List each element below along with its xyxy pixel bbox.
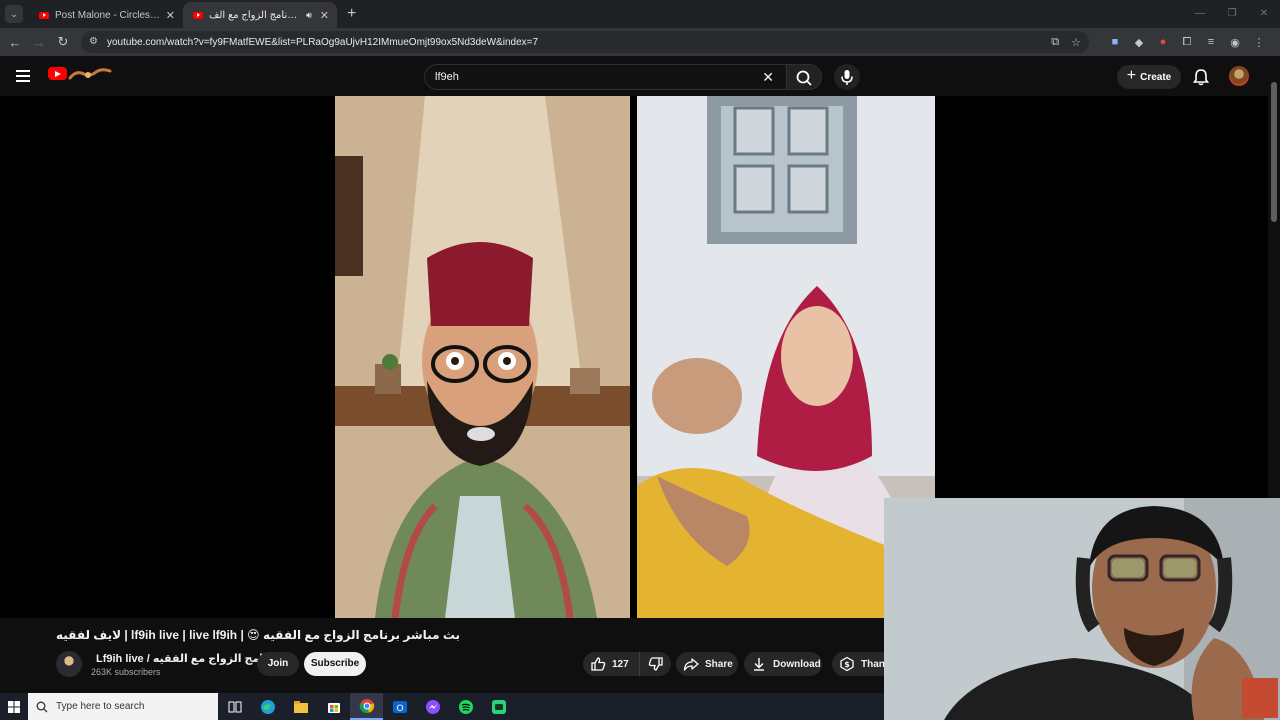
address-bar[interactable]: ⚙ youtube.com/watch?v=fy9FMatfEWE&list=P…	[81, 31, 1089, 53]
youtube-logo-icon[interactable]	[48, 67, 67, 80]
taskbar-search-placeholder: Type here to search	[56, 701, 145, 712]
bookmark-star-icon[interactable]: ☆	[1071, 36, 1081, 49]
channel-name: Lf9ih live / برنامج الزواج مع الفقيه	[96, 653, 279, 665]
extension-icon[interactable]: ●	[1151, 36, 1175, 48]
chrome-menu-icon[interactable]: ⋮	[1247, 36, 1271, 49]
media-control-icon[interactable]: ≡	[1199, 36, 1223, 48]
close-tab-icon[interactable]: ✕	[320, 9, 329, 22]
install-app-icon[interactable]: ⧉	[1051, 36, 1059, 49]
extensions-puzzle-icon[interactable]: ⧠	[1175, 36, 1199, 49]
webcam-streamer-image	[884, 498, 1280, 720]
like-button[interactable]: 127	[583, 652, 639, 676]
channel-avatar[interactable]	[56, 651, 82, 677]
speaker-icon[interactable]: 🔊︎	[306, 10, 312, 21]
screen: ⌄ Post Malone - Circles (Official M ✕ بث…	[0, 0, 1280, 720]
windows-logo-icon	[8, 700, 20, 713]
like-count: 127	[612, 658, 629, 670]
share-button[interactable]: Share	[676, 652, 738, 676]
notifications-bell-icon[interactable]	[1191, 67, 1211, 87]
windows-taskbar: Type here to search O	[0, 693, 884, 720]
clear-search-icon[interactable]: ✕	[762, 69, 774, 86]
microphone-icon	[841, 70, 853, 85]
extension-icon[interactable]: ◆	[1127, 36, 1151, 49]
window-controls: — ❐ ✕	[1184, 0, 1280, 28]
thumbs-down-icon	[648, 657, 663, 671]
create-button[interactable]: + Create	[1117, 65, 1181, 89]
new-tab-button[interactable]: +	[347, 5, 356, 23]
browser-tab[interactable]: Post Malone - Circles (Official M ✕	[29, 2, 183, 28]
scrollbar-thumb[interactable]	[1271, 82, 1277, 222]
close-window-button[interactable]: ✕	[1248, 0, 1280, 28]
youtube-favicon-icon	[39, 11, 49, 19]
plus-icon: +	[1126, 67, 1137, 84]
dislike-button[interactable]	[639, 652, 671, 676]
browser-tab-active[interactable]: بث مباشر برنامج الزواج مع الف 🔊︎ ✕	[183, 2, 337, 28]
tab-title: بث مباشر برنامج الزواج مع الف	[209, 9, 302, 21]
subscribe-button[interactable]: Subscribe	[304, 652, 366, 676]
profile-icon[interactable]: ◉	[1223, 36, 1247, 49]
taskbar-search-box[interactable]: Type here to search	[28, 693, 218, 720]
search-icon	[36, 701, 48, 712]
search-icon	[796, 70, 812, 86]
account-avatar[interactable]	[1229, 66, 1249, 86]
minimize-button[interactable]: —	[1184, 0, 1216, 28]
start-button[interactable]	[0, 693, 28, 720]
join-button[interactable]: Join	[257, 652, 299, 676]
youtube-header: lf9eh ✕ + Create	[0, 56, 1280, 96]
site-info-icon[interactable]: ⚙	[89, 36, 101, 48]
forward-button[interactable]: →	[27, 35, 51, 50]
search-input[interactable]: lf9eh ✕	[424, 64, 786, 90]
url-text: youtube.com/watch?v=fy9FMatfEWE&list=PLR…	[107, 36, 539, 48]
video-left-scene-image	[335, 96, 630, 618]
close-tab-icon[interactable]: ✕	[166, 9, 175, 22]
download-icon	[754, 658, 764, 671]
search-button[interactable]	[786, 64, 822, 90]
file-explorer-icon[interactable]	[284, 693, 317, 720]
reload-button[interactable]: ↻	[51, 34, 75, 50]
create-label: Create	[1140, 71, 1172, 83]
app-icon[interactable]	[482, 693, 515, 720]
microsoft-store-icon[interactable]	[317, 693, 350, 720]
youtube-favicon-icon	[193, 11, 203, 19]
chrome-icon[interactable]	[350, 693, 383, 720]
thumbs-up-icon	[591, 657, 606, 671]
outlook-icon[interactable]: O	[383, 693, 416, 720]
download-button[interactable]: Download	[744, 652, 822, 676]
spotify-icon[interactable]	[449, 693, 482, 720]
maximize-button[interactable]: ❐	[1216, 0, 1248, 28]
share-label: Share	[705, 658, 733, 670]
svg-text:O: O	[396, 704, 403, 714]
youtube-doodle-icon[interactable]	[68, 68, 112, 80]
voice-search-button[interactable]	[834, 64, 860, 90]
svg-text:$: $	[844, 660, 850, 669]
back-button[interactable]: ←	[3, 35, 27, 50]
browser-toolbar: ← → ↻ ⚙ youtube.com/watch?v=fy9FMatfEWE&…	[0, 28, 1280, 56]
webcam-overlay	[884, 498, 1280, 720]
download-label: Download	[773, 658, 821, 670]
tab-title: Post Malone - Circles (Official M	[55, 9, 162, 21]
video-title: لايف لفقيه | lf9ih live | live lf9ih | 😍…	[56, 628, 461, 642]
video-frame-left	[335, 96, 630, 618]
translate-extension-icon[interactable]: ■	[1103, 36, 1127, 48]
search-query: lf9eh	[435, 71, 459, 83]
edge-icon[interactable]	[251, 693, 284, 720]
browser-tab-strip: ⌄ Post Malone - Circles (Official M ✕ بث…	[0, 0, 1280, 28]
subscriber-count: 263K subscribers	[91, 667, 161, 677]
messenger-icon[interactable]	[416, 693, 449, 720]
tab-search-button[interactable]: ⌄	[5, 5, 23, 23]
super-thanks-icon: $	[840, 656, 854, 672]
share-arrow-icon	[683, 658, 699, 671]
task-view-icon[interactable]	[218, 693, 251, 720]
menu-icon[interactable]	[16, 70, 30, 82]
